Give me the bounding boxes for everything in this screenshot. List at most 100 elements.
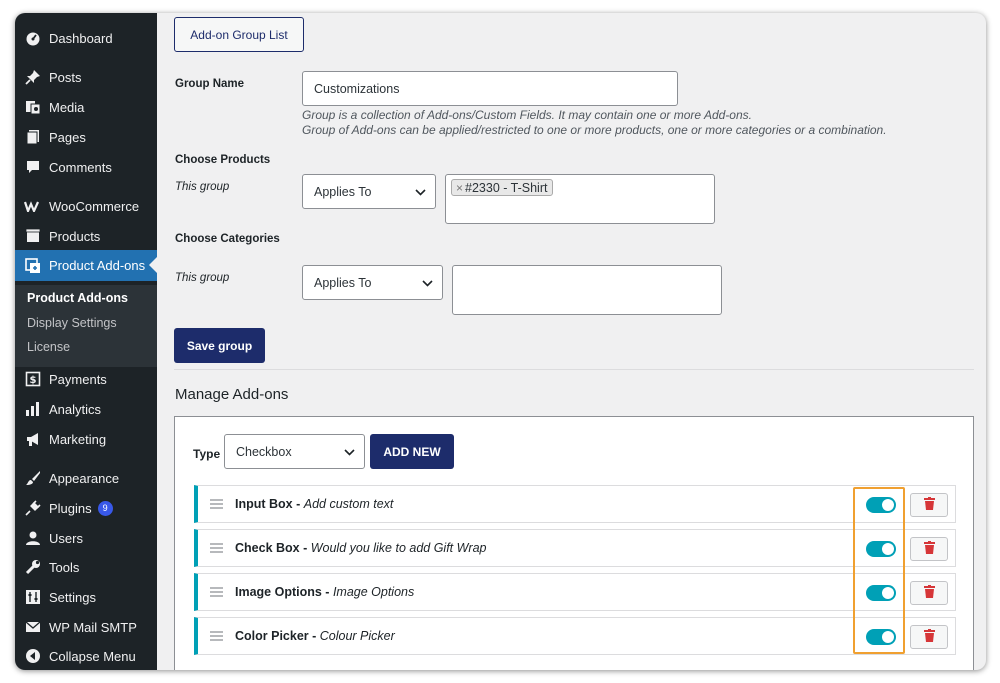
sidebar-item-label: Users (49, 530, 83, 546)
sidebar-item-label: Payments (49, 371, 107, 387)
drag-handle-icon[interactable] (210, 499, 223, 509)
addon-description: Would you like to add Gift Wrap (310, 541, 487, 555)
delete-addon-button[interactable] (910, 537, 948, 561)
addon-enabled-toggle[interactable] (866, 497, 896, 513)
sidebar-item-appearance[interactable]: Appearance (15, 463, 157, 493)
drag-handle-icon[interactable] (210, 543, 223, 553)
main-content: Add-on Group List Group Name Customizati… (157, 13, 986, 670)
group-name-input[interactable]: Customizations (302, 71, 678, 106)
group-description-line-2: Group of Add-ons can be applied/restrict… (302, 123, 887, 137)
users-icon (23, 528, 43, 548)
sidebar-item-label: Dashboard (49, 30, 113, 46)
sidebar-item-marketing[interactable]: Marketing (15, 424, 157, 454)
sidebar-item-plugins[interactable]: Plugins 9 (15, 493, 157, 523)
sidebar-item-products[interactable]: Products (15, 221, 157, 251)
sidebar-item-dashboard[interactable]: Dashboard (15, 23, 157, 53)
drag-handle-icon[interactable] (210, 587, 223, 597)
sidebar-item-tools[interactable]: Tools (15, 552, 157, 582)
payments-icon: $ (23, 369, 43, 389)
trash-icon (923, 585, 935, 601)
sidebar-item-label: WP Mail SMTP (49, 619, 137, 635)
products-icon (23, 226, 43, 246)
sidebar-item-label: Comments (49, 159, 112, 175)
sidebar-item-users[interactable]: Users (15, 523, 157, 553)
svg-text:$: $ (30, 375, 37, 386)
addon-separator: - (299, 541, 311, 555)
sidebar-item-label: Collapse Menu (49, 648, 136, 664)
categories-applies-to-select[interactable]: Applies To (302, 265, 443, 300)
addon-row[interactable]: Input Box - Add custom text (194, 485, 956, 523)
collapse-icon (23, 646, 43, 666)
select-value: Checkbox (236, 444, 292, 459)
delete-addon-button[interactable] (910, 493, 948, 517)
toggle-knob (882, 499, 894, 511)
wrench-icon (23, 557, 43, 577)
sidebar-item-product-addons[interactable]: Product Add-ons (15, 250, 157, 281)
submenu-item-license[interactable]: License (27, 340, 70, 354)
sidebar-item-media[interactable]: Media (15, 92, 157, 122)
choose-categories-label: Choose Categories (175, 233, 280, 245)
addon-enabled-toggle[interactable] (866, 541, 896, 557)
categories-this-group-label: This group (175, 272, 230, 284)
sidebar-item-label: Posts (49, 69, 82, 85)
delete-addon-button[interactable] (910, 581, 948, 605)
trash-icon (923, 629, 935, 645)
sidebar-item-payments[interactable]: $ Payments (15, 364, 157, 394)
sidebar-item-woocommerce[interactable]: WooCommerce (15, 191, 157, 221)
addon-separator: - (321, 585, 333, 599)
sidebar-item-collapse-menu[interactable]: Collapse Menu (15, 641, 157, 670)
addon-description: Colour Picker (319, 629, 395, 643)
sidebar-item-wp-mail-smtp[interactable]: WP Mail SMTP (15, 612, 157, 642)
addon-name: Input Box (235, 497, 293, 511)
megaphone-icon (23, 429, 43, 449)
submenu-item-display-settings[interactable]: Display Settings (27, 316, 117, 330)
addon-enabled-toggle[interactable] (866, 629, 896, 645)
toggle-knob (882, 631, 894, 643)
delete-addon-button[interactable] (910, 625, 948, 649)
analytics-icon (23, 399, 43, 419)
woocommerce-icon (23, 196, 43, 216)
chevron-down-icon (422, 276, 433, 290)
sidebar-item-label: Marketing (49, 431, 107, 447)
plugin-icon (23, 498, 43, 518)
sidebar-item-pages[interactable]: Pages (15, 122, 157, 152)
sidebar-item-comments[interactable]: Comments (15, 152, 157, 182)
tag-remove-icon[interactable]: × (456, 181, 463, 195)
categories-multiselect[interactable] (452, 265, 722, 315)
settings-icon (23, 587, 43, 607)
sidebar-item-posts[interactable]: Posts (15, 62, 157, 92)
toggle-knob (882, 587, 894, 599)
plugins-update-badge: 9 (97, 500, 113, 516)
select-value: Applies To (314, 184, 372, 199)
sidebar-item-label: Tools (49, 559, 80, 575)
section-divider (174, 369, 974, 370)
drag-handle-icon[interactable] (210, 631, 223, 641)
sidebar-item-analytics[interactable]: Analytics (15, 394, 157, 424)
product-tag: × #2330 - T-Shirt (451, 179, 554, 196)
trash-icon (923, 497, 935, 513)
choose-products-label: Choose Products (175, 154, 271, 166)
products-multiselect[interactable]: × #2330 - T-Shirt (445, 174, 715, 224)
add-new-button[interactable]: ADD NEW (370, 434, 454, 469)
submenu-item-product-addons[interactable]: Product Add-ons (27, 291, 128, 305)
mail-icon (23, 617, 43, 637)
addon-row[interactable]: Image Options - Image Options (194, 573, 956, 611)
addon-description: Add custom text (303, 497, 394, 511)
sidebar-item-label: Products (49, 228, 101, 244)
addon-enabled-toggle[interactable] (866, 585, 896, 601)
addon-type-select[interactable]: Checkbox (224, 434, 365, 469)
addon-separator: - (308, 629, 320, 643)
addon-group-list-button[interactable]: Add-on Group List (174, 17, 304, 52)
addon-row[interactable]: Check Box - Would you like to add Gift W… (194, 529, 956, 567)
chevron-down-icon (344, 445, 355, 459)
toggle-knob (882, 543, 894, 555)
products-applies-to-select[interactable]: Applies To (302, 174, 436, 209)
sidebar-item-settings[interactable]: Settings (15, 582, 157, 612)
addon-row[interactable]: Color Picker - Colour Picker (194, 617, 956, 655)
sidebar-item-label: Appearance (49, 470, 120, 486)
app-window: Dashboard Posts Media Pages Comments Woo… (15, 13, 986, 670)
addon-name: Color Picker (235, 629, 309, 643)
products-this-group-label: This group (175, 181, 230, 193)
save-group-button[interactable]: Save group (174, 328, 265, 363)
addon-name: Check Box (235, 541, 300, 555)
